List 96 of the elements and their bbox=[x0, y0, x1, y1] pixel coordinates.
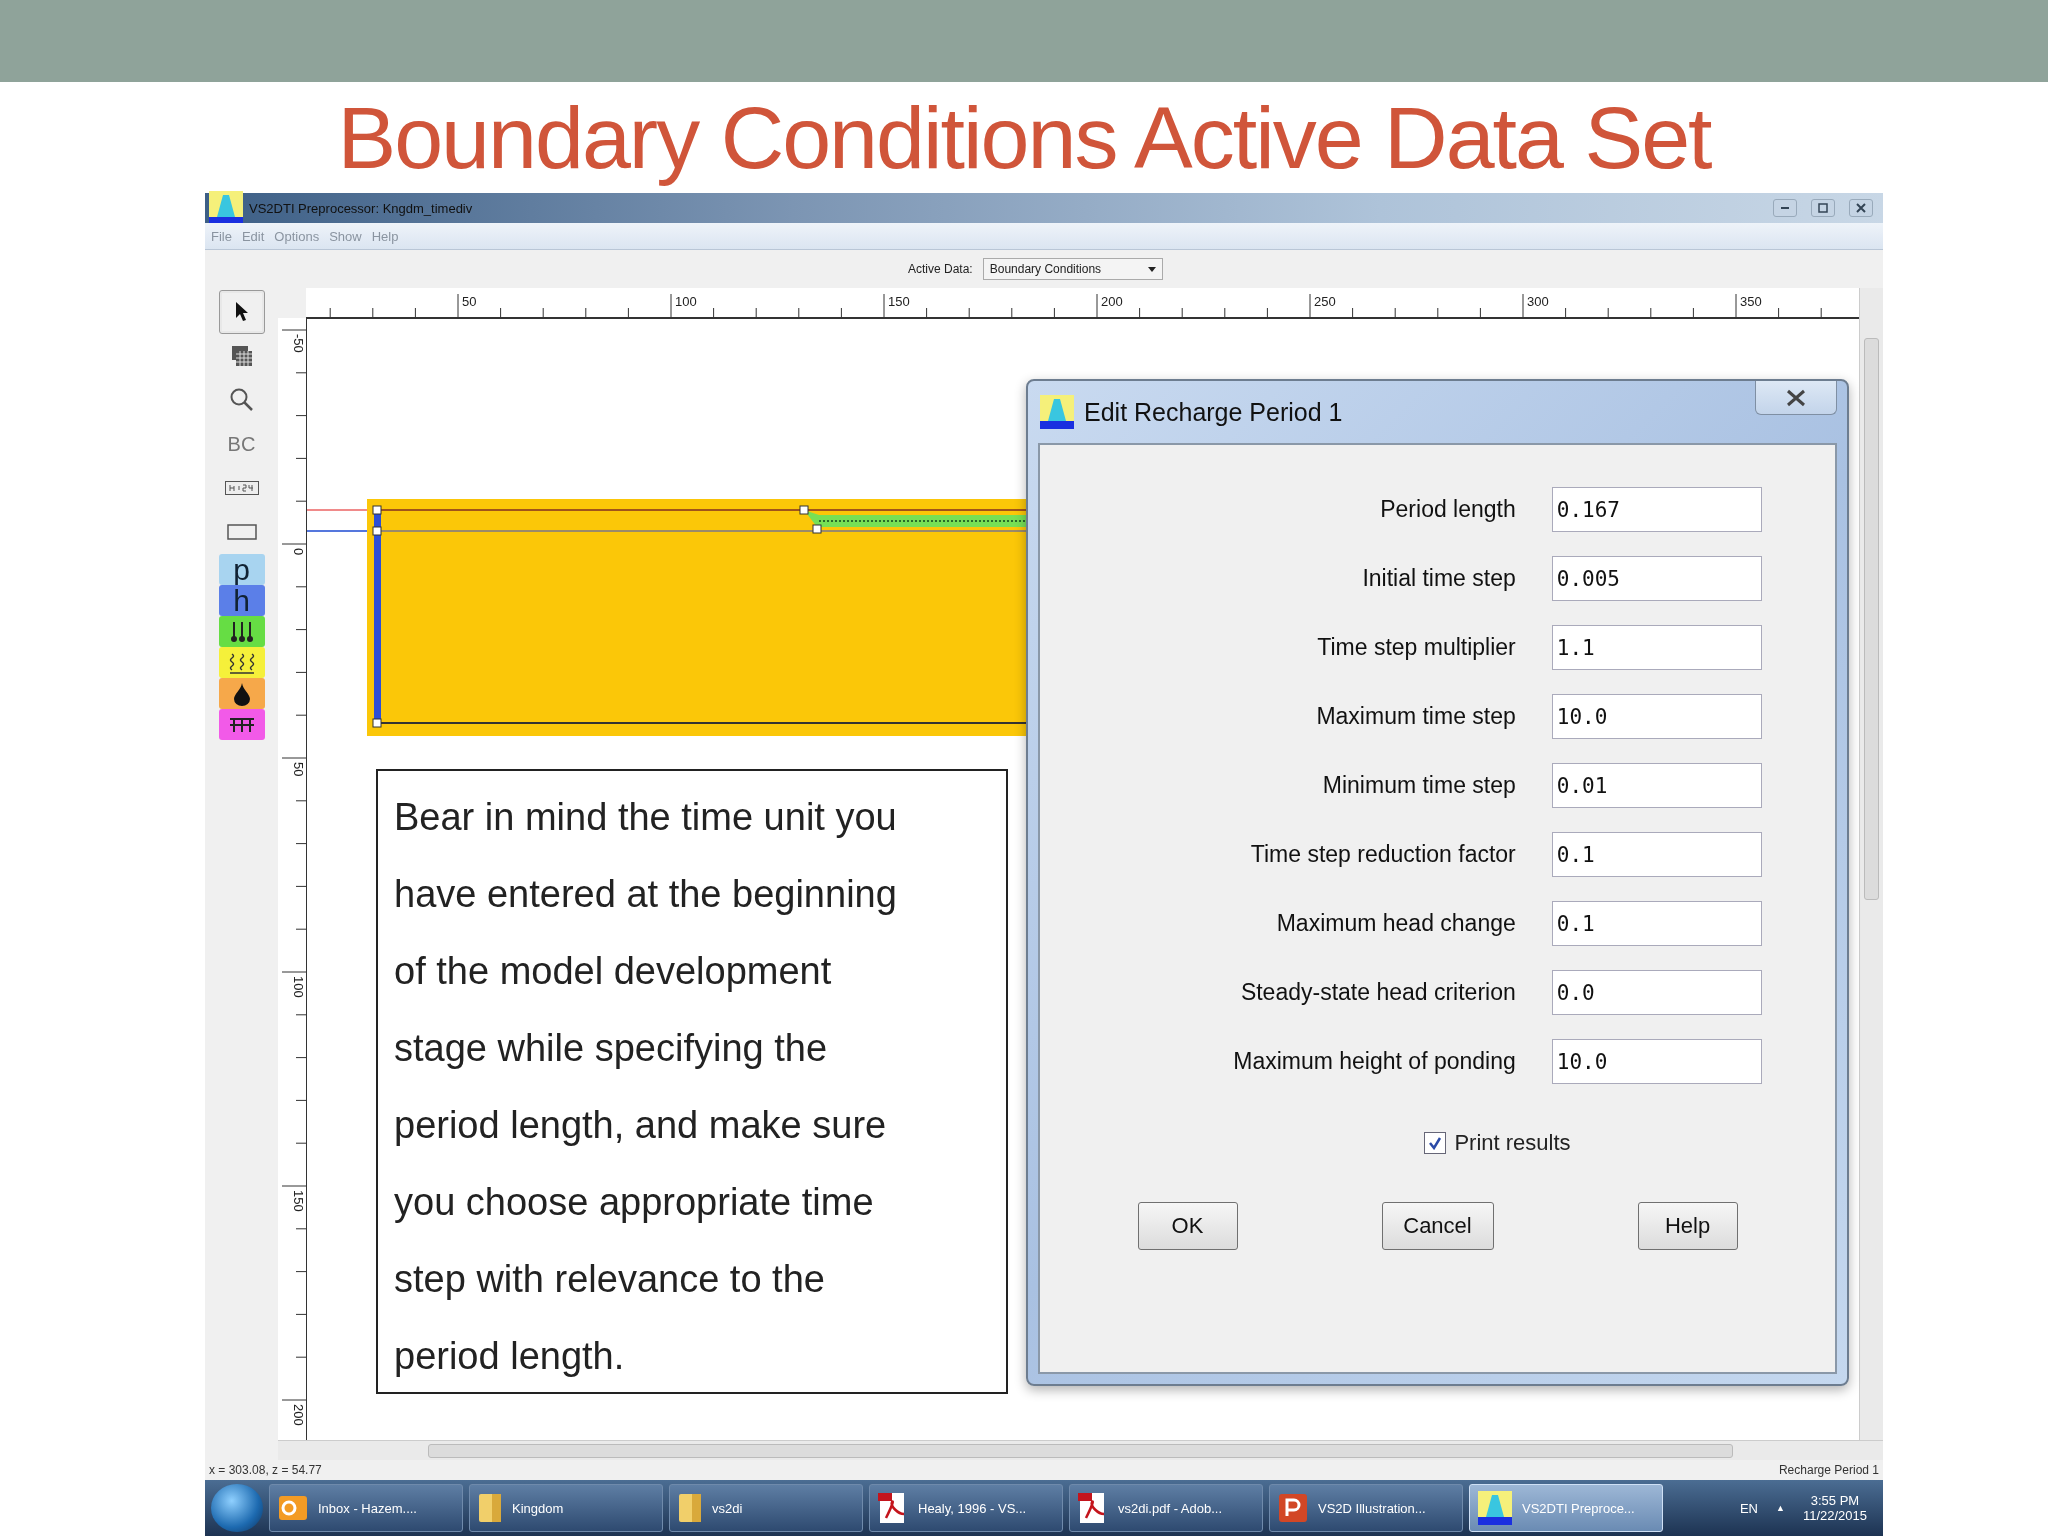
ruler-label: 50 bbox=[291, 762, 306, 777]
vertical-scrollbar[interactable] bbox=[1859, 288, 1883, 1440]
wavy-lines-icon bbox=[228, 651, 255, 674]
horizontal-scrollbar[interactable] bbox=[278, 1440, 1883, 1460]
ruler-label: 150 bbox=[888, 294, 910, 309]
input-field[interactable]: 10.0 bbox=[1551, 694, 1762, 739]
tray-expand-arrow[interactable]: ▲ bbox=[1775, 1503, 1785, 1513]
field-label: Steady-state head criterion bbox=[1240, 979, 1516, 1006]
rectangle-icon bbox=[226, 524, 257, 540]
ruler-label: 350 bbox=[1740, 294, 1762, 309]
ruler-label: -50 bbox=[291, 334, 306, 353]
start-button[interactable] bbox=[211, 1484, 263, 1532]
close-icon bbox=[1785, 388, 1807, 407]
tool-button[interactable] bbox=[218, 709, 265, 740]
tool-button[interactable] bbox=[218, 290, 265, 334]
slides-app-icon bbox=[1278, 1493, 1308, 1523]
down-arrows-icon bbox=[228, 620, 255, 643]
tool-button[interactable] bbox=[218, 647, 265, 678]
check-icon bbox=[1428, 1136, 1443, 1150]
folder-icon bbox=[478, 1492, 502, 1524]
input-field[interactable]: 0.1 bbox=[1551, 901, 1762, 946]
dialog-button[interactable]: OK bbox=[1137, 1202, 1238, 1250]
close-button[interactable] bbox=[1849, 199, 1873, 217]
ruler-label: 200 bbox=[291, 1404, 306, 1426]
close-icon bbox=[1856, 203, 1866, 213]
field-label: Time step multiplier bbox=[1317, 634, 1516, 661]
field-label: Maximum head change bbox=[1276, 910, 1516, 937]
input-field[interactable]: 0.1 bbox=[1551, 832, 1762, 877]
tool-button[interactable] bbox=[218, 678, 265, 709]
input-field[interactable]: 1.1 bbox=[1551, 625, 1762, 670]
app-logo-icon bbox=[209, 191, 243, 225]
search-icon bbox=[228, 387, 255, 413]
input-field[interactable]: 0.0 bbox=[1551, 970, 1762, 1015]
value-label-icon bbox=[224, 481, 259, 495]
app-logo-icon bbox=[1040, 395, 1074, 429]
ruler-label: 50 bbox=[462, 294, 477, 309]
field-label: Maximum height of ponding bbox=[1233, 1048, 1516, 1075]
scroll-thumb[interactable] bbox=[428, 1443, 1733, 1458]
active-data-dropdown[interactable]: Boundary Conditions bbox=[982, 258, 1163, 280]
taskbar-clock[interactable]: 3:55 PM 11/22/2015 bbox=[1802, 1493, 1867, 1523]
ruler-label: 100 bbox=[675, 294, 697, 309]
minimize-button[interactable] bbox=[1773, 199, 1797, 217]
taskbar-item[interactable]: VS2D Illustration... bbox=[1269, 1484, 1463, 1532]
clock-time: 3:55 PM bbox=[1810, 1493, 1860, 1508]
tool-button[interactable] bbox=[218, 616, 265, 647]
ruler-label: 150 bbox=[291, 1190, 306, 1212]
ruler-label: 250 bbox=[1314, 294, 1336, 309]
tool-button[interactable]: h bbox=[218, 585, 265, 616]
slide-title: Boundary Conditions Active Data Set bbox=[336, 86, 1713, 189]
maximize-icon bbox=[1818, 203, 1828, 213]
note-text: Bear in mind the time unit you have entered at the beginning of the model development stage while specifying the period length, and make sure you choose appropriate time step with relevance to the period length. bbox=[376, 769, 1008, 1394]
input-field[interactable]: 0.167 bbox=[1551, 487, 1762, 532]
dialog-button[interactable]: Cancel bbox=[1381, 1202, 1494, 1250]
minimize-icon bbox=[1780, 207, 1790, 209]
caret-icon bbox=[1147, 266, 1156, 272]
ruler-label: 0 bbox=[291, 548, 306, 556]
pointer-icon bbox=[233, 301, 250, 323]
field-label: Initial time step bbox=[1362, 565, 1516, 592]
clock-date: 11/22/2015 bbox=[1802, 1508, 1867, 1523]
ruler-label: 100 bbox=[291, 976, 306, 998]
taskbar-item[interactable]: vs2di bbox=[669, 1484, 863, 1532]
taskbar-item[interactable]: vs2di.pdf - Adob... bbox=[1069, 1484, 1263, 1532]
ruler-label: 300 bbox=[1527, 294, 1549, 309]
field-label: Time step reduction factor bbox=[1250, 841, 1516, 868]
cursor-coordinates: x = 303.08, z = 54.77 bbox=[209, 1463, 322, 1477]
field-label: Maximum time step bbox=[1316, 703, 1516, 730]
lines-icon bbox=[228, 716, 255, 733]
active-data-label: Active Data: bbox=[908, 262, 973, 276]
folder-icon bbox=[678, 1492, 702, 1524]
app-logo-icon bbox=[1478, 1491, 1512, 1525]
tool-button[interactable]: p bbox=[218, 554, 265, 585]
dialog-button[interactable]: Help bbox=[1637, 1202, 1738, 1250]
input-field[interactable]: 0.005 bbox=[1551, 556, 1762, 601]
close-button[interactable] bbox=[1755, 381, 1837, 415]
language-indicator[interactable]: EN bbox=[1739, 1500, 1758, 1516]
mail-app-icon bbox=[278, 1493, 308, 1523]
input-field[interactable]: 0.01 bbox=[1551, 763, 1762, 808]
field-label: Minimum time step bbox=[1322, 772, 1516, 799]
taskbar-item[interactable]: Healy, 1996 - VS... bbox=[869, 1484, 1063, 1532]
print-results-checkbox[interactable]: Print results bbox=[1424, 1130, 1571, 1156]
ruler-label: 200 bbox=[1101, 294, 1123, 309]
model-canvas[interactable] bbox=[306, 318, 1859, 1440]
window-title: VS2DTI Preprocessor: Kngdm_timediv bbox=[249, 200, 473, 216]
checkbox-label: Print results bbox=[1454, 1130, 1571, 1156]
maximize-button[interactable] bbox=[1811, 199, 1835, 217]
field-label: Period length bbox=[1380, 496, 1516, 523]
taskbar-item[interactable]: Kingdom bbox=[469, 1484, 663, 1532]
taskbar-item[interactable]: Inbox - Hazem.... bbox=[269, 1484, 463, 1532]
checkbox[interactable] bbox=[1424, 1132, 1447, 1154]
drop-icon bbox=[232, 681, 251, 706]
input-field[interactable]: 10.0 bbox=[1551, 1039, 1762, 1084]
status-mode: Recharge Period 1 bbox=[1778, 1463, 1879, 1477]
dialog-title: Edit Recharge Period 1 bbox=[1084, 397, 1343, 427]
grid-icon bbox=[230, 345, 253, 367]
scroll-thumb[interactable] bbox=[1864, 338, 1879, 900]
tool-button[interactable]: BC bbox=[218, 422, 265, 466]
